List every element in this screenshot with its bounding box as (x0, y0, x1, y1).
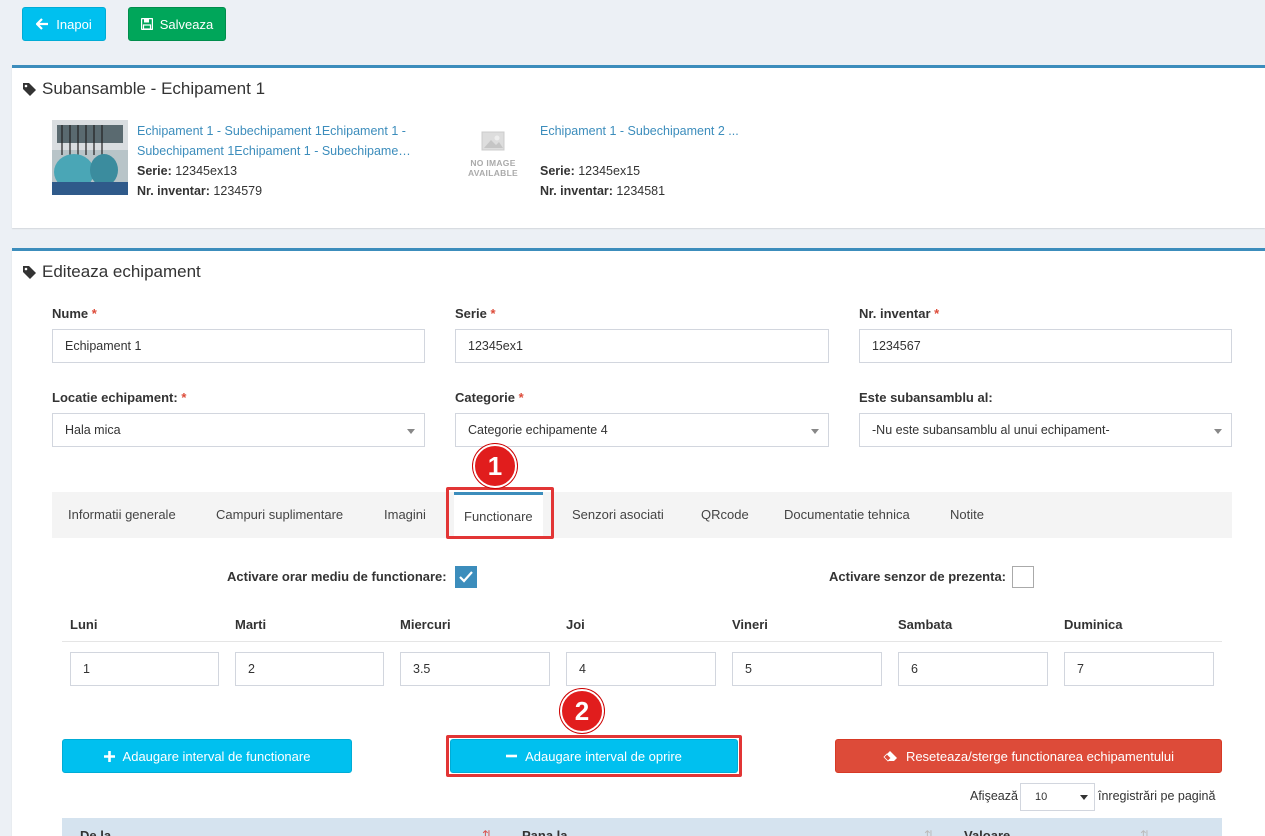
tag-icon (23, 82, 36, 96)
orar-label: Activare orar mediu de functionare: (227, 569, 447, 584)
save-button-label: Salveaza (159, 16, 214, 32)
tab-campuri-suplimentare[interactable]: Campuri suplimentare (216, 492, 343, 538)
tag-icon (23, 265, 36, 279)
reset-functionare-button[interactable]: Reseteaza/sterge functionarea echipament… (835, 739, 1222, 773)
nume-input[interactable]: Echipament 1 (52, 329, 425, 363)
orar-checkbox[interactable] (455, 566, 477, 588)
day-label-joi: Joi (566, 617, 585, 632)
subansamblu-inventar: Nr. inventar: 1234579 (137, 184, 263, 198)
inventar-input[interactable]: 1234567 (859, 329, 1232, 363)
column-pana-la[interactable]: Pana la (522, 828, 568, 836)
tab-imagini[interactable]: Imagini (384, 492, 426, 538)
plus-icon (103, 750, 115, 762)
sort-icon[interactable]: ⇅ (1140, 828, 1150, 836)
equipment-thumbnail[interactable] (52, 120, 128, 195)
edit-title: Editeaza echipament (22, 262, 201, 282)
save-button[interactable]: Salveaza (128, 7, 226, 41)
annotation-highlight-tab (446, 487, 554, 539)
tab-qrcode[interactable]: QRcode (701, 492, 749, 538)
sort-icon[interactable]: ⇅ (482, 828, 492, 836)
subansamblu-serie: Serie: 12345ex15 (540, 164, 641, 178)
tab-notite[interactable]: Notite (950, 492, 984, 538)
day-label-marti: Marti (235, 617, 267, 632)
sort-icon[interactable]: ⇅ (924, 828, 934, 836)
minus-icon (506, 754, 518, 758)
serie-label: Serie * (455, 306, 496, 321)
inventar-label: Nr. inventar * (859, 306, 940, 321)
page-length-suffix: înregistrări pe pagină (1098, 789, 1216, 803)
annotation-badge-2: 2 (560, 689, 604, 733)
subansamble-title: Subansamble - Echipament 1 (22, 79, 265, 99)
day-input-miercuri[interactable]: 3.5 (400, 652, 550, 686)
subansamblu-serie: Serie: 12345ex13 (137, 164, 238, 178)
day-input-luni[interactable]: 1 (70, 652, 219, 686)
divider (62, 641, 1222, 642)
tab-informatii-generale[interactable]: Informatii generale (68, 492, 176, 538)
arrow-left-icon (36, 18, 49, 30)
page-length-label: Afişează (970, 789, 1018, 803)
checkmark-icon (459, 571, 473, 583)
page-length-select[interactable]: 10 (1020, 783, 1095, 811)
categorie-label: Categorie * (455, 390, 524, 405)
floppy-icon (140, 18, 153, 30)
serie-input[interactable]: 12345ex1 (455, 329, 829, 363)
day-label-vineri: Vineri (732, 617, 768, 632)
senzor-label: Activare senzor de prezenta: (829, 569, 1007, 584)
locatie-select[interactable]: Hala mica (52, 413, 425, 447)
subansamblu-link[interactable]: Echipament 1 - Subechipament 2 ... (540, 121, 739, 141)
subansamble-panel: Subansamble - Echipament 1 Echipament 1 … (12, 65, 1265, 228)
back-button[interactable]: Inapoi (22, 7, 106, 41)
annotation-badge-1: 1 (473, 444, 517, 488)
subansamblu-label: Este subansamblu al: (859, 390, 993, 405)
day-label-duminica: Duminica (1064, 617, 1123, 632)
subansamblu-select[interactable]: -Nu este subansamblu al unui echipament- (859, 413, 1232, 447)
column-valoare[interactable]: Valoare (964, 828, 1010, 836)
back-button-label: Inapoi (56, 16, 92, 32)
subansamblu-item[interactable]: NO IMAGE AVAILABLE Echipament 1 - Subech… (455, 120, 795, 200)
tab-bar: Informatii generale Campuri suplimentare… (52, 492, 1232, 538)
senzor-checkbox[interactable] (1012, 566, 1034, 588)
add-interval-button[interactable]: Adaugare interval de functionare (62, 739, 352, 773)
subansamblu-item[interactable]: Echipament 1 - Subechipament 1Echipament… (52, 120, 432, 200)
no-image-icon[interactable]: NO IMAGE AVAILABLE (455, 128, 531, 190)
day-input-vineri[interactable]: 5 (732, 652, 882, 686)
day-label-luni: Luni (70, 617, 98, 632)
eraser-icon (883, 750, 897, 762)
day-input-joi[interactable]: 4 (566, 652, 716, 686)
tab-documentatie-tehnica[interactable]: Documentatie tehnica (784, 492, 910, 538)
locatie-label: Locatie echipament: * (52, 390, 187, 405)
categorie-select[interactable]: Categorie echipamente 4 (455, 413, 829, 447)
day-input-sambata[interactable]: 6 (898, 652, 1048, 686)
day-label-sambata: Sambata (898, 617, 953, 632)
column-de-la[interactable]: De la (80, 828, 111, 836)
day-input-duminica[interactable]: 7 (1064, 652, 1214, 686)
tab-senzori-asociati[interactable]: Senzori asociati (572, 492, 664, 538)
add-stop-interval-button[interactable]: Adaugare interval de oprire (450, 739, 738, 773)
edit-equipment-panel: Editeaza echipament Nume * Echipament 1 … (12, 248, 1265, 836)
intervals-table-header: De la ⇅ Pana la ⇅ Valoare ⇅ (62, 818, 1222, 836)
day-input-marti[interactable]: 2 (235, 652, 384, 686)
nume-label: Nume * (52, 306, 97, 321)
subansamblu-link[interactable]: Echipament 1 - Subechipament 1Echipament… (137, 121, 411, 161)
subansamblu-inventar: Nr. inventar: 1234581 (540, 184, 666, 198)
day-label-miercuri: Miercuri (400, 617, 451, 632)
